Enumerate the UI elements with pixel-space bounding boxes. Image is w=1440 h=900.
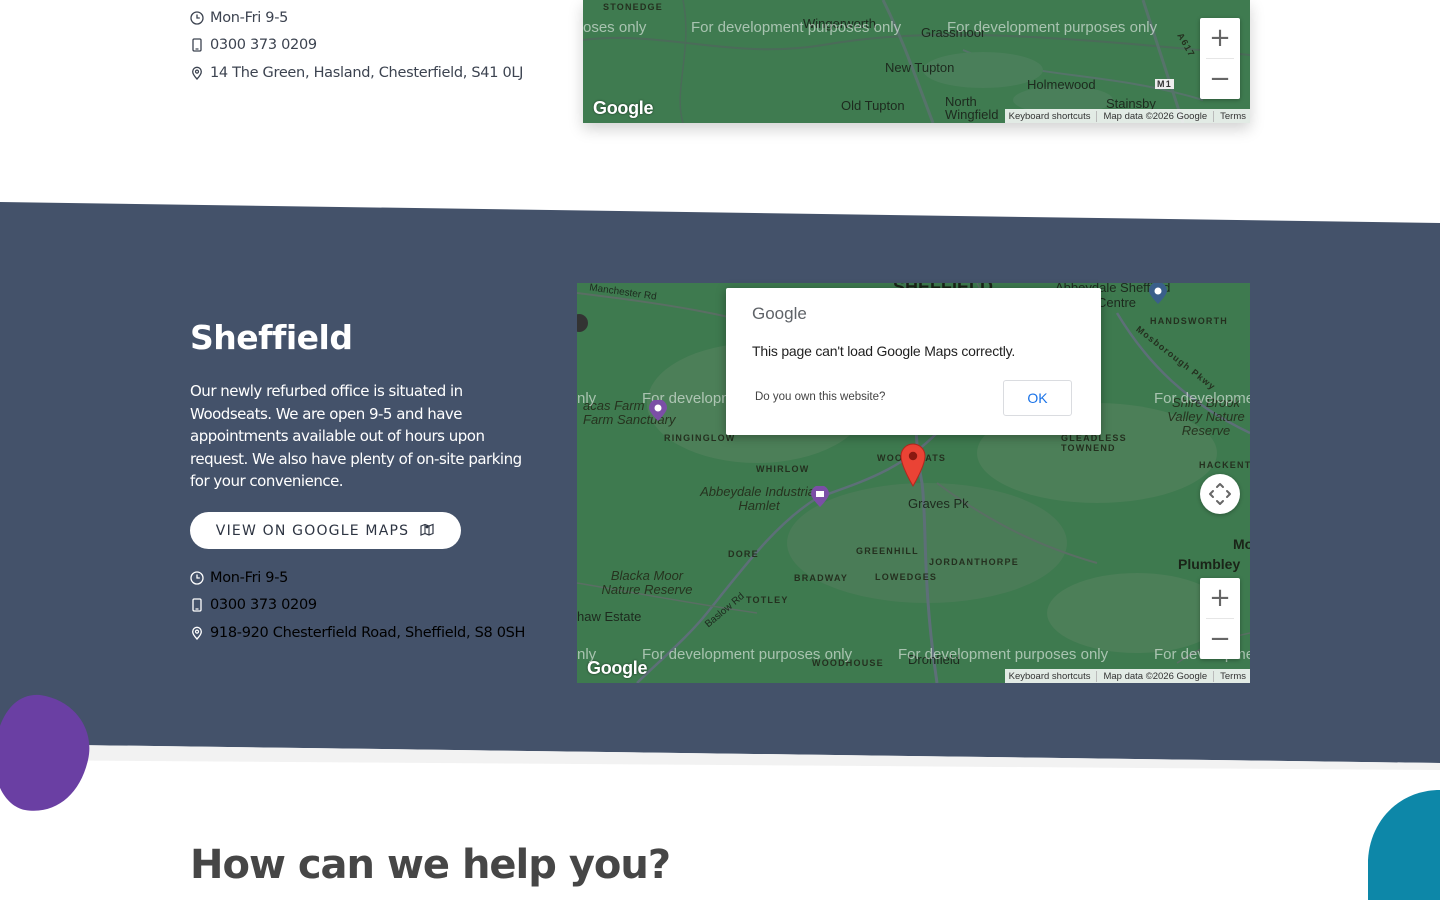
map-label: Centre [1097, 295, 1137, 310]
map-label: RINGINGLOW [664, 433, 736, 443]
map-label: GLEADLESS TOWNEND [1061, 433, 1127, 453]
map-label: Blacka Moor Nature Reserve [601, 568, 693, 597]
keyboard-shortcuts-link[interactable]: Keyboard shortcuts [1009, 671, 1091, 682]
poi-marker-icon[interactable] [577, 313, 589, 335]
help-heading: How can we help you? [190, 842, 671, 888]
map-label: Mosb [1233, 536, 1250, 552]
terms-link[interactable]: Terms [1213, 670, 1246, 682]
map-label: LOWEDGES [875, 572, 938, 582]
dialog-question: Do you own this website? [755, 391, 886, 403]
clock-icon [190, 571, 204, 585]
map-data-text: Map data ©2026 Google [1096, 670, 1207, 682]
ok-button[interactable]: OK [1003, 380, 1072, 416]
fullscreen-button[interactable] [1200, 474, 1240, 514]
dev-watermark: nly [577, 390, 597, 407]
dev-watermark: For development purposes only [898, 646, 1109, 663]
hours-text: Mon-Fri 9-5 [210, 570, 289, 586]
map-label: WHIRLOW [756, 464, 810, 474]
map-label: Plumbley [1178, 556, 1241, 572]
phone-line: 0300 373 0209 [190, 597, 317, 613]
map-icon [419, 521, 435, 541]
phone-icon [190, 598, 204, 612]
google-logo: Google [587, 658, 648, 678]
map-label: HACKENTHO [1199, 460, 1250, 470]
page: Mon-Fri 9-5 0300 373 0209 14 The Green, … [0, 0, 1440, 900]
maps-error-dialog: Google This page can't load Google Maps … [726, 288, 1101, 435]
map-attribution: Keyboard shortcuts Map data ©2026 Google… [1004, 669, 1250, 683]
location-title: Sheffield [190, 318, 353, 357]
dialog-message: This page can't load Google Maps correct… [752, 343, 1016, 359]
teal-blob [1368, 790, 1440, 900]
map-label: HANDSWORTH [1150, 316, 1228, 326]
phone-link[interactable]: 0300 373 0209 [210, 597, 317, 613]
map-label: DORE [728, 549, 759, 559]
dev-watermark: For developme [1154, 390, 1250, 407]
dev-watermark: For development purposes only [642, 646, 853, 663]
address-line: 918-920 Chesterfield Road, Sheffield, S8… [190, 625, 525, 641]
button-label: VIEW ON GOOGLE MAPS [215, 522, 410, 539]
location-pin-icon[interactable] [899, 442, 927, 487]
map-label: Graves Pk [908, 496, 969, 511]
location-pin-icon [190, 626, 204, 640]
location-description: Our newly refurbed office is situated in… [190, 382, 522, 491]
poi-marker-icon[interactable] [1148, 283, 1168, 305]
map-label: BRADWAY [794, 573, 849, 583]
view-on-google-maps-button[interactable]: VIEW ON GOOGLE MAPS [190, 512, 461, 549]
zoom-in-button[interactable]: + [1200, 578, 1240, 618]
map-label: TOTLEY [746, 595, 789, 605]
zoom-controls: + − [1200, 578, 1240, 659]
map-label: haw Estate [577, 609, 642, 624]
map-label: JORDANTHORPE [929, 557, 1019, 567]
address-text: 918-920 Chesterfield Road, Sheffield, S8… [210, 625, 526, 641]
fullscreen-icon [1209, 483, 1231, 505]
map-label: GREENHILL [856, 546, 919, 556]
zoom-out-button[interactable]: − [1200, 619, 1240, 659]
google-logo: Google [752, 304, 807, 323]
hours-line: Mon-Fri 9-5 [190, 570, 288, 586]
poi-marker-icon[interactable] [648, 400, 668, 422]
map-label: Abbeydale Industrial Hamlet [700, 484, 818, 513]
poi-marker-icon[interactable] [810, 486, 830, 508]
